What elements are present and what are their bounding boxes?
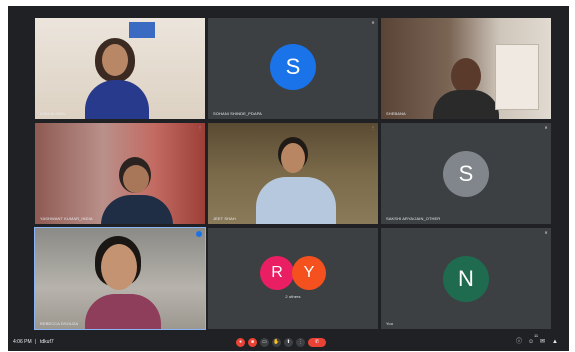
- participant-name: You: [386, 321, 394, 326]
- camera-off-icon[interactable]: ■: [248, 338, 257, 347]
- participant-tile-8[interactable]: R Y 2 others: [208, 228, 378, 329]
- meeting-time: 4:06 PM: [13, 339, 32, 345]
- mic-off-icon: ✕: [544, 230, 548, 235]
- video-feed: [35, 123, 205, 224]
- participant-tile-2[interactable]: S SOHANI SHINDE_PDAPA ✕: [208, 18, 378, 119]
- mic-off-icon[interactable]: ●: [236, 338, 245, 347]
- people-icon[interactable]: ☺: [528, 337, 534, 347]
- shirt: [256, 177, 336, 224]
- chat-icon[interactable]: ✉: [540, 337, 545, 347]
- avatar: R: [260, 256, 294, 290]
- hand-icon[interactable]: ✋: [272, 338, 281, 347]
- participant-tile-3[interactable]: SHEBANA ⋮: [381, 18, 551, 119]
- end-call-icon[interactable]: ✆: [308, 338, 326, 347]
- participant-name: IKRA ALOMA: [40, 111, 66, 116]
- participant-name: SAKSHI ARYA/JAIN_OTHER: [386, 216, 441, 221]
- captions-icon[interactable]: ▭: [260, 338, 269, 347]
- bottom-bar: 4:06 PM | tdkuf7 ● ■ ▭ ✋ ⬆ ⋮ ✆ ⓘ ☺ 11 ✉ …: [8, 333, 569, 351]
- info-icon[interactable]: ⓘ: [516, 337, 522, 347]
- avatar: S: [270, 44, 316, 90]
- face: [451, 58, 481, 94]
- face: [102, 44, 128, 76]
- shirt: [433, 90, 499, 119]
- participant-tile-7[interactable]: REBECCA DSOUZA: [34, 227, 206, 330]
- participant-tile-4[interactable]: YASHWANT KUMAR_INDIA ⋮: [35, 123, 205, 224]
- participant-name: 2 others: [285, 294, 301, 299]
- activities-icon[interactable]: ▲: [552, 337, 558, 347]
- speaking-icon: [196, 231, 202, 237]
- mic-off-icon: ✕: [544, 125, 548, 130]
- participant-tile-5[interactable]: JEET SHAH ⋮: [208, 123, 378, 224]
- avatar: N: [443, 256, 489, 302]
- mic-off-icon: ✕: [371, 20, 375, 25]
- poster: [129, 22, 155, 38]
- more-icon[interactable]: ⋮: [544, 21, 548, 25]
- shirt: [101, 195, 173, 224]
- participant-name: YASHWANT KUMAR_INDIA: [40, 216, 93, 221]
- participant-name: SHEBANA: [386, 111, 406, 116]
- video-feed: [35, 228, 205, 329]
- video-feed: [35, 18, 205, 119]
- people-count: 11: [534, 333, 539, 338]
- more-icon[interactable]: ⋮: [296, 338, 305, 347]
- video-feed: [208, 123, 378, 224]
- door: [495, 44, 539, 110]
- participant-name: SOHANI SHINDE_PDAPA: [213, 111, 262, 116]
- face: [123, 165, 149, 193]
- more-icon[interactable]: ⋮: [371, 126, 375, 130]
- shirt: [85, 80, 149, 119]
- face: [281, 143, 305, 173]
- participant-name: JEET SHAH: [213, 216, 236, 221]
- meeting-code[interactable]: tdkuf7: [40, 339, 54, 345]
- participant-name: REBECCA DSOUZA: [40, 321, 79, 326]
- participant-tile-1[interactable]: IKRA ALOMA ⋮: [35, 18, 205, 119]
- shirt: [85, 294, 161, 329]
- face: [101, 244, 137, 290]
- more-icon[interactable]: ⋮: [198, 126, 202, 130]
- meet-screen: IKRA ALOMA ⋮ S SOHANI SHINDE_PDAPA ✕ SHE…: [8, 6, 569, 351]
- more-icon[interactable]: ⋮: [198, 21, 202, 25]
- separator: |: [35, 339, 37, 345]
- avatar: S: [443, 151, 489, 197]
- present-icon[interactable]: ⬆: [284, 338, 293, 347]
- participant-tile-6[interactable]: S SAKSHI ARYA/JAIN_OTHER ✕: [381, 123, 551, 224]
- avatar: Y: [292, 256, 326, 290]
- participant-tile-9[interactable]: N You ✕: [381, 228, 551, 329]
- video-feed: [381, 18, 551, 119]
